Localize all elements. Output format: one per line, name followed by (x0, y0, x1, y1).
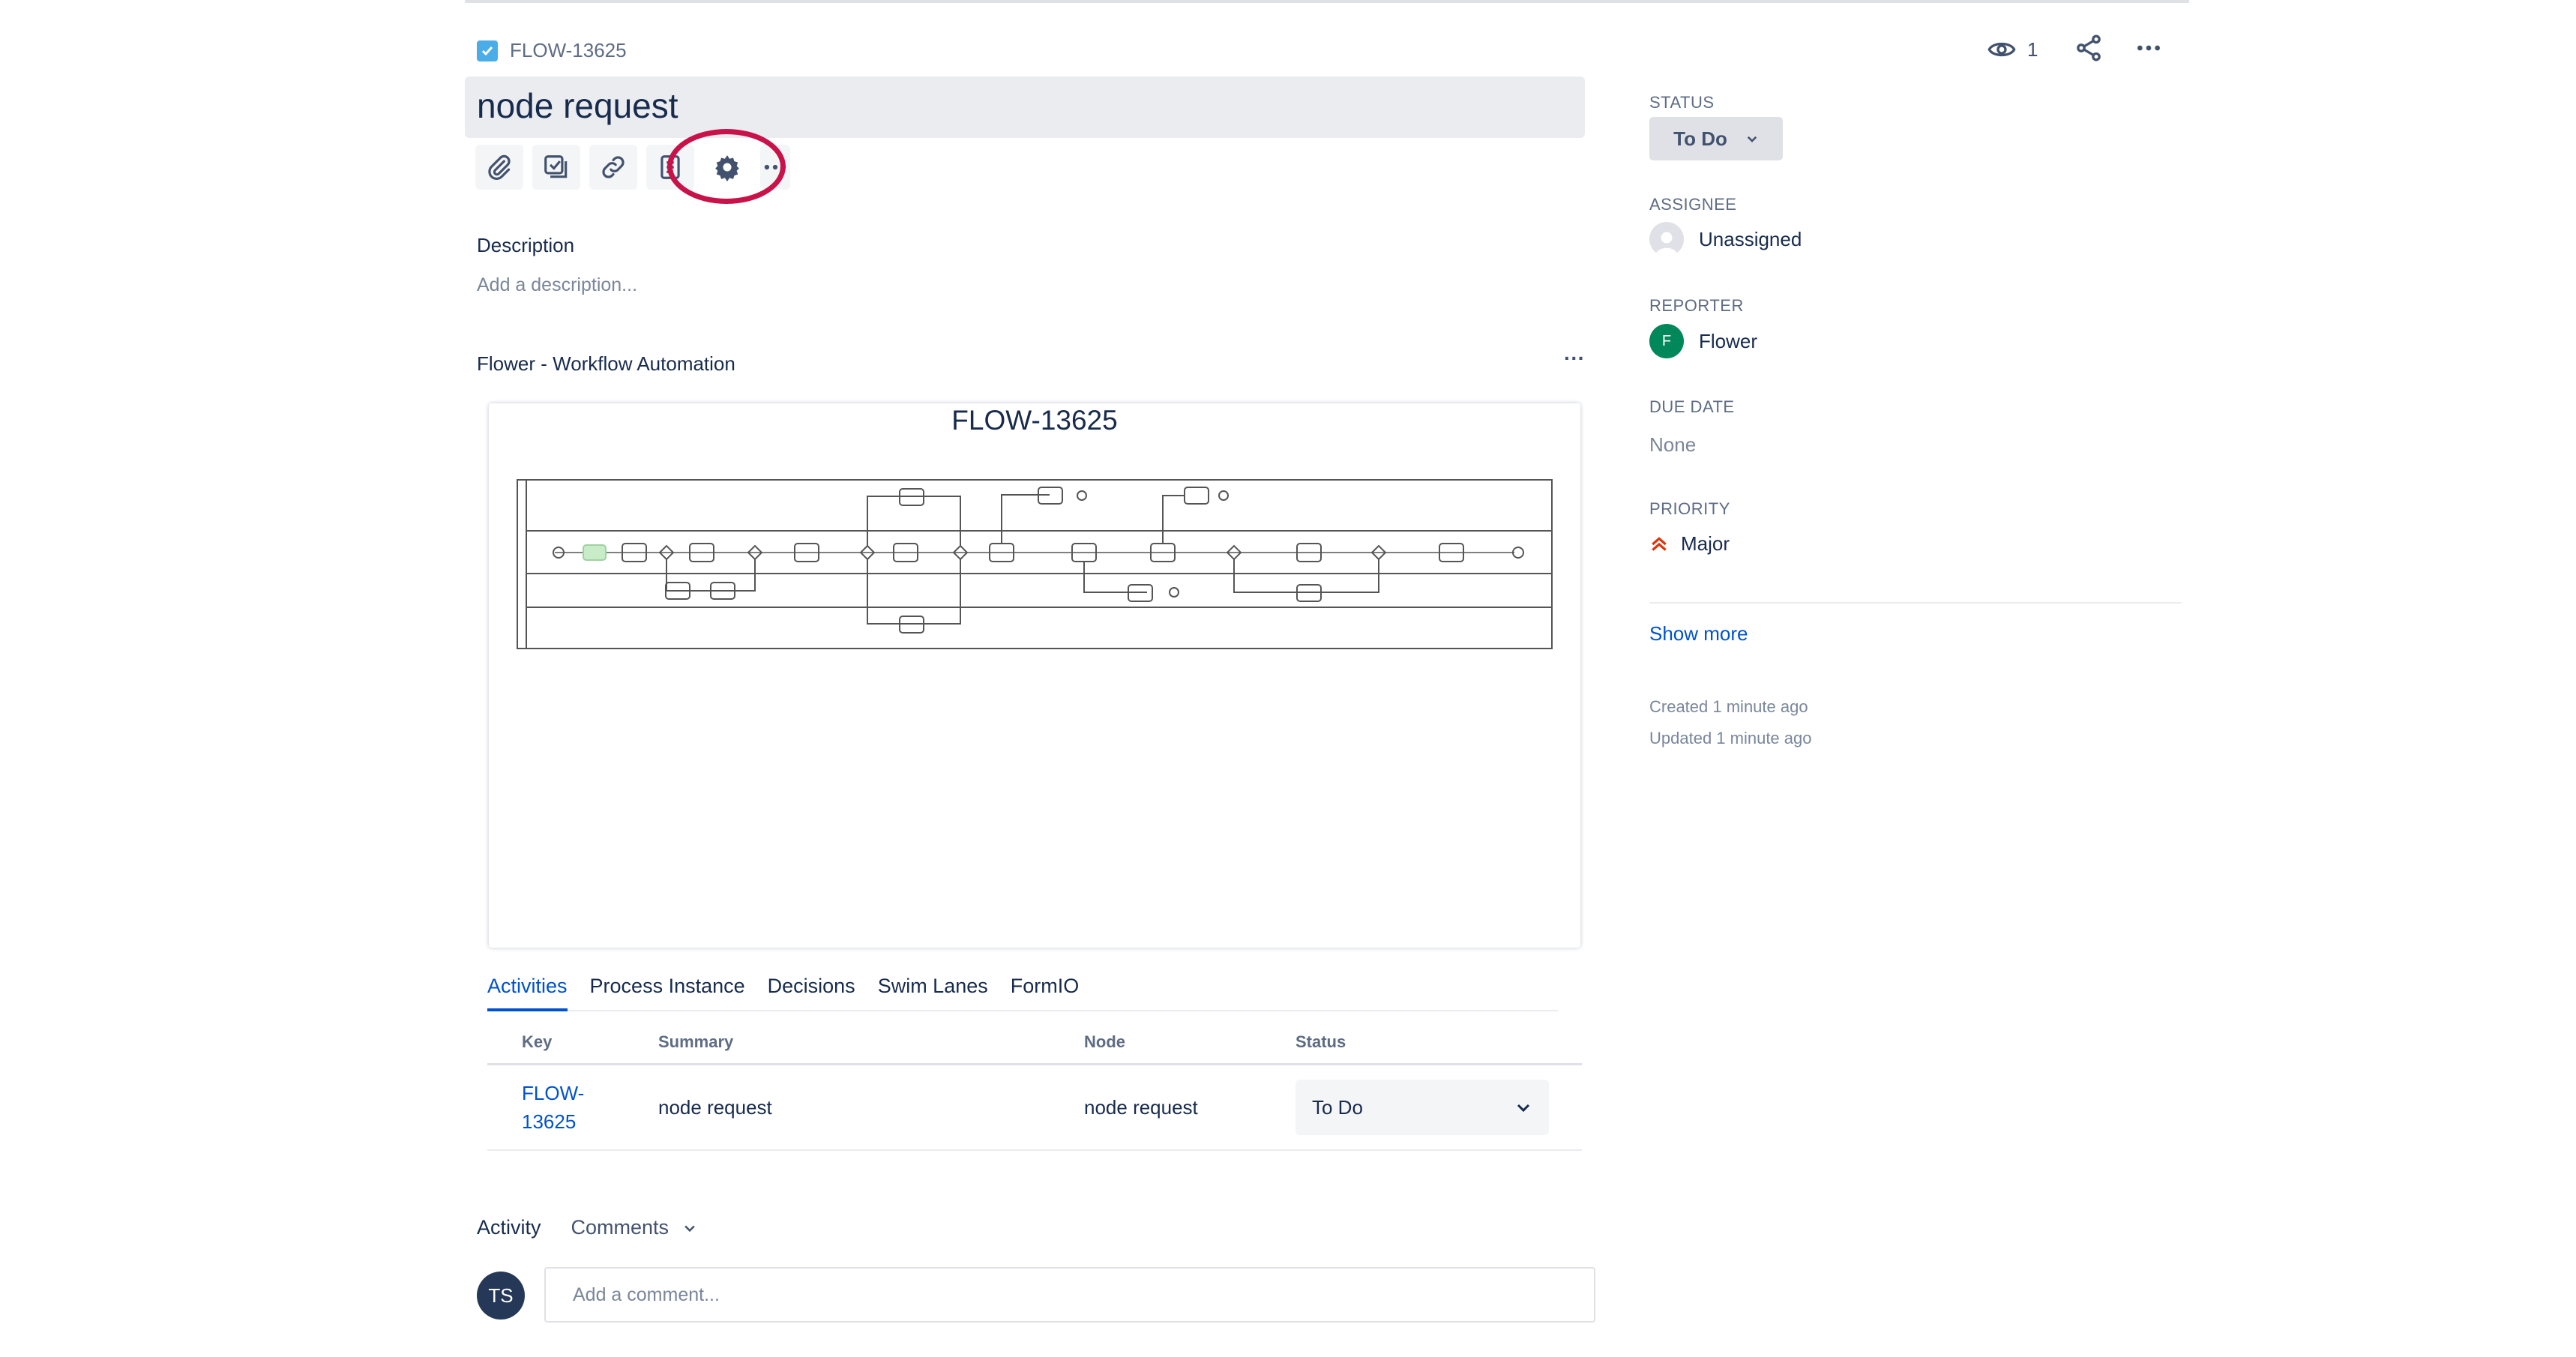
activity-header: Activity Comments (477, 1216, 697, 1239)
tab-swim-lanes[interactable]: Swim Lanes (878, 975, 988, 1010)
assignee-value: Unassigned (1699, 227, 1802, 250)
activity-label: Activity (477, 1216, 541, 1239)
header-node[interactable]: Node (1084, 1032, 1295, 1052)
top-divider (465, 0, 2189, 3)
show-more-link[interactable]: Show more (1649, 622, 1748, 646)
header-key[interactable]: Key (487, 1032, 658, 1052)
tab-decisions[interactable]: Decisions (768, 975, 855, 1010)
updated-timestamp: Updated 1 minute ago (1649, 729, 1812, 747)
reporter-field[interactable]: F Flower (1649, 324, 1757, 358)
chevron-down-icon (1517, 1104, 1530, 1113)
eye-icon (1987, 42, 2016, 57)
description-field[interactable]: Add a description... (477, 274, 637, 296)
row-summary: node request (658, 1095, 772, 1119)
row-status-value: To Do (1312, 1095, 1363, 1119)
reporter-avatar: F (1649, 324, 1684, 358)
activities-table: Key Summary Node Status FLOW- 13625 node… (487, 1021, 1582, 1151)
subtask-icon (544, 155, 568, 178)
more-icon (2137, 45, 2160, 51)
sidebar-divider (1649, 602, 2182, 604)
table-header: Key Summary Node Status (487, 1021, 1582, 1065)
table-row: FLOW- 13625 node request node request To… (487, 1065, 1582, 1151)
header-status[interactable]: Status (1295, 1032, 1582, 1052)
current-user-avatar: TS (477, 1272, 525, 1320)
link-issue-button[interactable] (589, 145, 637, 190)
issue-title[interactable]: node request (477, 85, 678, 126)
bpmn-diagram[interactable] (510, 472, 1559, 660)
due-date-value[interactable]: None (1649, 433, 1696, 457)
share-icon (2077, 34, 2101, 61)
unassigned-avatar-icon (1649, 222, 1684, 256)
chevron-down-icon (1747, 136, 1757, 142)
comment-input[interactable]: Add a comment... (544, 1267, 1595, 1323)
priority-label: PRIORITY (1649, 499, 1730, 518)
priority-field[interactable]: Major (1649, 532, 1730, 556)
assignee-label: ASSIGNEE (1649, 195, 1737, 214)
task-type-icon (477, 40, 498, 61)
due-date-label: DUE DATE (1649, 397, 1735, 416)
reporter-label: REPORTER (1649, 296, 1744, 315)
attach-button[interactable] (475, 145, 523, 190)
header-summary[interactable]: Summary (658, 1032, 1084, 1052)
watchers-count: 1 (2027, 37, 2038, 61)
status-value: To Do (1673, 127, 1727, 150)
link-icon (602, 156, 625, 178)
watch-button[interactable]: 1 (1987, 34, 2038, 64)
add-subtask-button[interactable] (532, 145, 580, 190)
row-key-link[interactable]: FLOW- 13625 (487, 1079, 658, 1136)
tab-formio[interactable]: FormIO (1011, 975, 1080, 1010)
workflow-panel-more-button[interactable]: ··· (1564, 346, 1585, 370)
activity-filter-value: Comments (571, 1216, 669, 1239)
priority-major-icon (1652, 536, 1667, 551)
row-key-line2[interactable]: 13625 (522, 1107, 658, 1136)
assignee-field[interactable]: Unassigned (1649, 222, 1802, 256)
row-status-cell: To Do (1295, 1080, 1582, 1135)
share-button[interactable] (2074, 33, 2104, 67)
description-heading: Description (477, 234, 575, 256)
reporter-value: Flower (1699, 329, 1758, 352)
created-timestamp: Created 1 minute ago (1649, 697, 1808, 716)
highlight-annotation-ring (667, 129, 786, 204)
status-dropdown[interactable]: To Do (1649, 117, 1783, 160)
tab-activities[interactable]: Activities (487, 975, 568, 1011)
row-key-line1[interactable]: FLOW- (522, 1079, 658, 1107)
row-node: node request (1084, 1095, 1198, 1119)
priority-value: Major (1681, 532, 1730, 555)
issue-key-link[interactable]: FLOW-13625 (510, 39, 627, 62)
issue-breadcrumb[interactable]: FLOW-13625 (477, 39, 627, 62)
diagram-title: FLOW-13625 (951, 405, 1118, 436)
row-status-select[interactable]: To Do (1295, 1080, 1549, 1135)
status-label: STATUS (1649, 93, 1715, 112)
paperclip-icon (488, 154, 511, 181)
chevron-down-icon (684, 1225, 695, 1232)
issue-more-button[interactable] (2134, 33, 2164, 67)
activity-filter-dropdown[interactable]: Comments (571, 1216, 698, 1239)
workflow-tabs: Activities Process Instance Decisions Sw… (487, 975, 1558, 1011)
tab-process-instance[interactable]: Process Instance (590, 975, 745, 1010)
workflow-panel-title: Flower - Workflow Automation (477, 352, 735, 375)
